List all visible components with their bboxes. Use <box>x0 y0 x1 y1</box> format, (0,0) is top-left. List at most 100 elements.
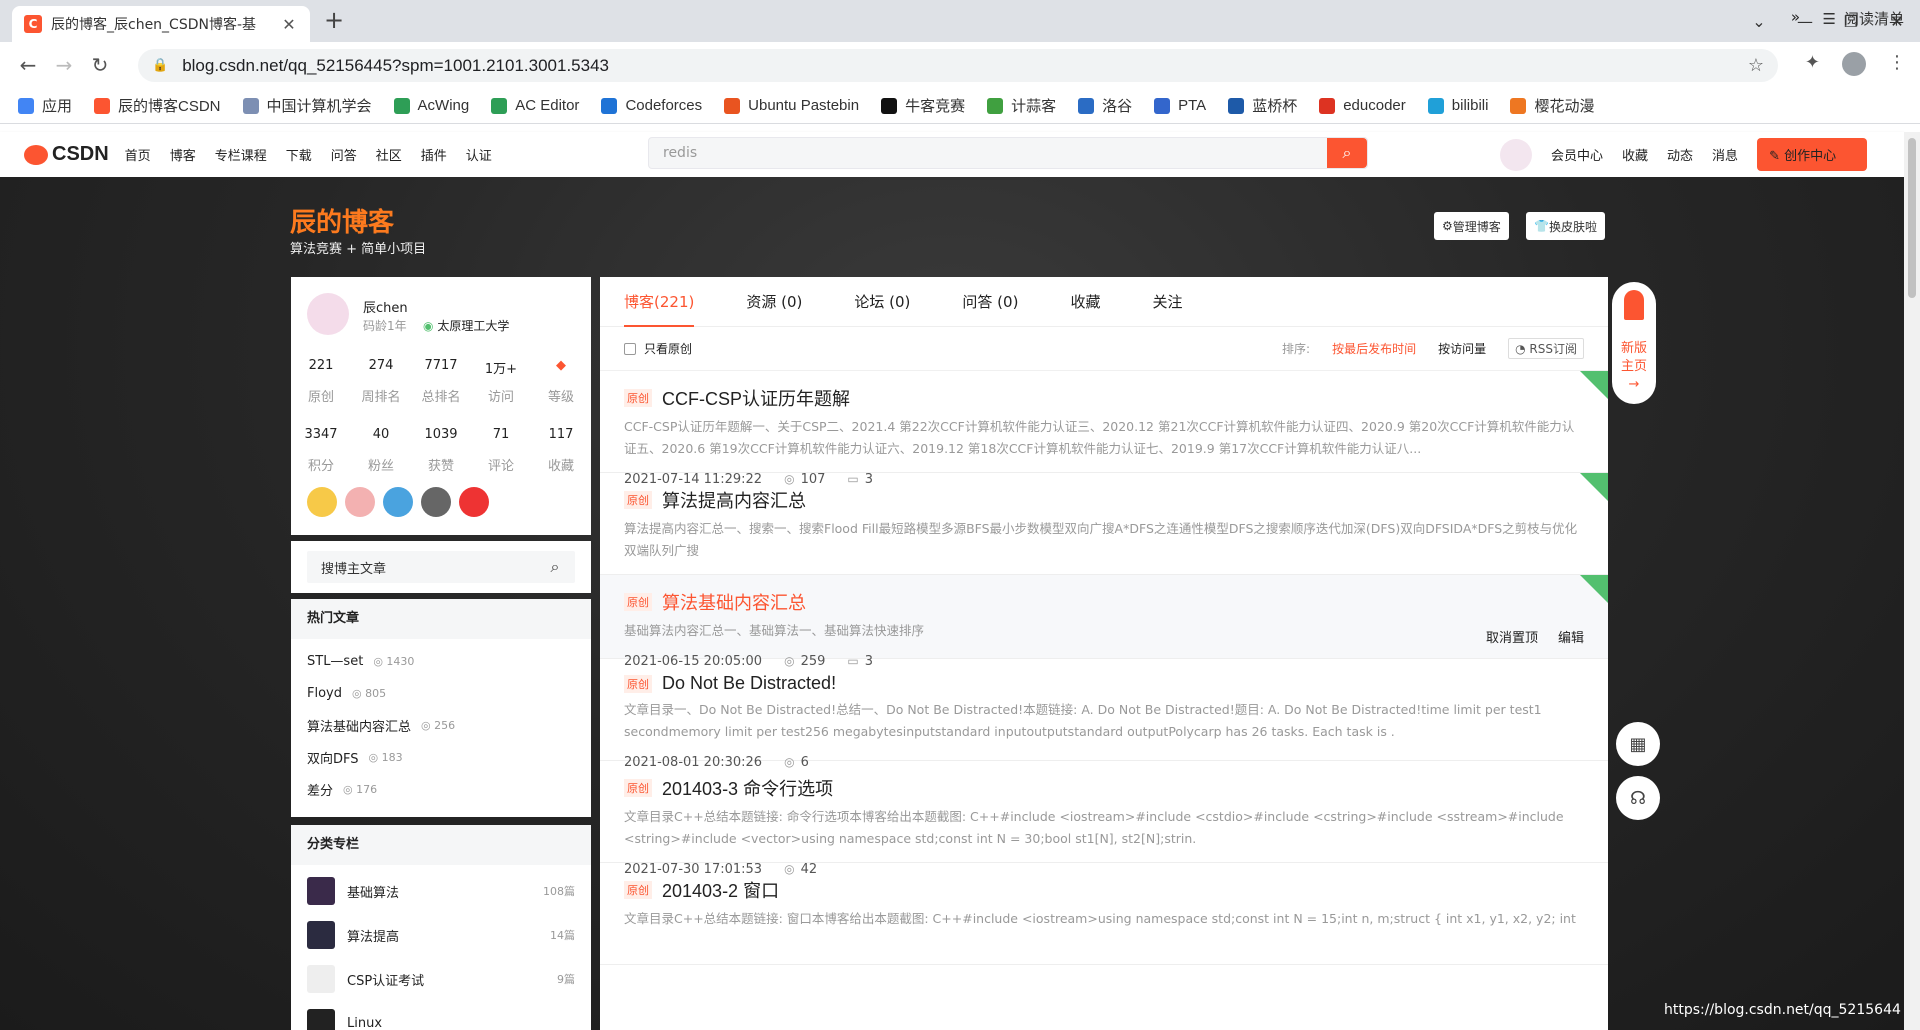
stat-item[interactable]: ◆ 等级 <box>531 358 591 405</box>
minimize-icon[interactable]: — <box>1782 12 1828 31</box>
csdn-nav-item-4[interactable]: 问答 <box>331 145 357 164</box>
only-original-label[interactable]: 只看原创 <box>644 340 692 357</box>
hot-article-item[interactable]: 差分 ◎ 176 <box>291 773 591 805</box>
only-original-checkbox[interactable] <box>624 342 636 355</box>
blog-search-input[interactable]: 搜博主文章 ⌕ <box>307 551 575 583</box>
lock-icon[interactable]: 🔒 <box>152 58 168 73</box>
article-item[interactable]: 原创 201403-2 窗口 文章目录C++总结本题链接: 窗口本博客给出本题截图:… <box>600 863 1608 965</box>
bookmark-14[interactable]: 樱花动漫 <box>1510 95 1594 116</box>
article-title[interactable]: CCF-CSP认证历年题解 <box>662 385 850 411</box>
profile-name[interactable]: 辰chen <box>363 297 408 316</box>
badge-icon[interactable] <box>383 487 413 517</box>
csdn-logo[interactable]: CSDN <box>24 143 109 166</box>
bookmark-9[interactable]: 洛谷 <box>1078 95 1132 116</box>
csdn-nav-item-7[interactable]: 认证 <box>466 145 492 164</box>
article-title[interactable]: 算法提高内容汇总 <box>662 487 806 513</box>
csdn-nav-item-0[interactable]: 首页 <box>125 145 151 164</box>
bookmark-2[interactable]: 中国计算机学会 <box>242 95 372 116</box>
stat-item[interactable]: 221 原创 <box>291 358 351 405</box>
csdn-nav-item-1[interactable]: 博客 <box>170 145 196 164</box>
column-item[interactable]: CSP认证考试 9篇 <box>291 957 591 1001</box>
stat-item[interactable]: 40 粉丝 <box>351 427 411 474</box>
bookmark-10[interactable]: PTA <box>1154 97 1206 114</box>
bookmark-5[interactable]: Codeforces <box>601 97 702 114</box>
csdn-nav-item-3[interactable]: 下载 <box>286 145 312 164</box>
hot-article-item[interactable]: Floyd ◎ 805 <box>291 677 591 709</box>
csdn-search-input[interactable]: redis ⌕ <box>648 137 1368 169</box>
csdn-nav-item-2[interactable]: 专栏课程 <box>215 145 267 164</box>
badge-icon[interactable] <box>345 487 375 517</box>
bookmark-0[interactable]: 应用 <box>18 95 72 116</box>
bookmark-8[interactable]: 计蒜客 <box>987 95 1056 116</box>
edit-button[interactable]: 编辑 <box>1558 627 1584 646</box>
article-title[interactable]: 算法基础内容汇总 <box>662 589 806 615</box>
bookmarks-more-icon[interactable]: » <box>1791 8 1800 26</box>
profile-avatar[interactable] <box>1842 52 1866 76</box>
badge-icon[interactable] <box>459 487 489 517</box>
menu-icon[interactable]: ⋮ <box>1888 52 1906 76</box>
column-item[interactable]: 算法提高 14篇 <box>291 913 591 957</box>
new-tab-icon[interactable]: + <box>324 6 344 34</box>
bookmark-3[interactable]: AcWing <box>393 97 469 114</box>
reading-list[interactable]: ☰ 阅读清单 <box>1823 8 1904 29</box>
hot-article-item[interactable]: STL—set ◎ 1430 <box>291 645 591 677</box>
csdn-nav-item-6[interactable]: 插件 <box>421 145 447 164</box>
qrcode-icon[interactable]: ▦ <box>1616 722 1660 766</box>
hot-article-item[interactable]: 双向DFS ◎ 183 <box>291 741 591 773</box>
bookmark-11[interactable]: 蓝桥杯 <box>1228 95 1297 116</box>
bookmark-1[interactable]: 辰的博客CSDN <box>94 95 221 116</box>
manage-blog-button[interactable]: ⚙ 管理博客 <box>1434 212 1509 240</box>
article-item[interactable]: 原创 算法提高内容汇总 算法提高内容汇总一、搜索一、搜索Flood Fill最短路模… <box>600 473 1608 589</box>
stat-item[interactable]: 3347 积分 <box>291 427 351 474</box>
stat-item[interactable]: 7717 总排名 <box>411 358 471 405</box>
unpin-button[interactable]: 取消置顶 <box>1486 627 1538 646</box>
nav-messages[interactable]: 消息 <box>1712 145 1738 164</box>
tab-4[interactable]: 收藏 <box>1070 277 1100 326</box>
create-center-button[interactable]: ✎ 创作中心 <box>1757 138 1868 171</box>
bookmark-4[interactable]: AC Editor <box>491 97 579 114</box>
nav-vip-center[interactable]: 会员中心 <box>1551 145 1603 164</box>
stat-item[interactable]: 117 收藏 <box>531 427 591 474</box>
article-title[interactable]: 201403-3 命令行选项 <box>662 775 833 801</box>
bookmark-6[interactable]: Ubuntu Pastebin <box>724 97 859 114</box>
profile-menu-icon[interactable]: ⌄ <box>1736 12 1782 31</box>
browser-tab[interactable]: C 辰的博客_辰chen_CSDN博客-基 ✕ <box>12 6 310 42</box>
stat-item[interactable]: 274 周排名 <box>351 358 411 405</box>
profile-avatar-image[interactable] <box>307 293 349 335</box>
nav-activity[interactable]: 动态 <box>1667 145 1693 164</box>
bookmark-star-icon[interactable]: ☆ <box>1748 55 1764 76</box>
sort-by-views[interactable]: 按访问量 <box>1438 340 1486 357</box>
tab-0[interactable]: 博客(221) <box>624 277 695 327</box>
search-icon[interactable]: ⌕ <box>1327 138 1367 168</box>
rss-button[interactable]: ◔ RSS订阅 <box>1508 338 1584 359</box>
scrollbar[interactable] <box>1904 132 1920 1030</box>
column-item[interactable]: Linux <box>291 1001 591 1030</box>
article-item[interactable]: 原创 算法基础内容汇总 基础算法内容汇总一、基础算法一、基础算法快速排序 2021-0… <box>600 575 1608 669</box>
csdn-nav-item-5[interactable]: 社区 <box>376 145 402 164</box>
tab-5[interactable]: 关注 <box>1152 277 1182 326</box>
close-icon[interactable]: ✕ <box>280 15 298 34</box>
extensions-icon[interactable]: ✦ <box>1805 52 1820 76</box>
reload-icon[interactable]: ↻ <box>82 53 118 77</box>
address-bar[interactable]: 🔒 blog.csdn.net/qq_52156445?spm=1001.210… <box>138 49 1778 82</box>
article-title[interactable]: Do Not Be Distracted! <box>662 673 836 694</box>
search-icon[interactable]: ⌕ <box>539 551 571 583</box>
blog-title[interactable]: 辰的博客 <box>290 202 394 239</box>
change-skin-button[interactable]: 👕 换皮肤啦 <box>1526 212 1605 240</box>
badge-icon[interactable] <box>421 487 451 517</box>
stat-item[interactable]: 1039 获赞 <box>411 427 471 474</box>
customer-service-icon[interactable]: ☊ <box>1616 776 1660 820</box>
tab-2[interactable]: 论坛 (0) <box>854 277 910 326</box>
scrollbar-thumb[interactable] <box>1908 138 1916 298</box>
nav-favorites[interactable]: 收藏 <box>1622 145 1648 164</box>
user-avatar[interactable] <box>1500 138 1532 171</box>
article-item[interactable]: 原创 Do Not Be Distracted! 文章目录一、Do Not Be D… <box>600 659 1608 770</box>
hot-article-item[interactable]: 算法基础内容汇总 ◎ 256 <box>291 709 591 741</box>
new-homepage-button[interactable]: 新版主页 → <box>1612 282 1656 404</box>
forward-icon[interactable]: → <box>46 53 82 77</box>
bookmark-12[interactable]: educoder <box>1319 97 1406 114</box>
tab-3[interactable]: 问答 (0) <box>962 277 1018 326</box>
tab-1[interactable]: 资源 (0) <box>746 277 802 326</box>
stat-item[interactable]: 71 评论 <box>471 427 531 474</box>
article-item[interactable]: 原创 CCF-CSP认证历年题解 CCF-CSP认证历年题解一、关于CSP二、202… <box>600 371 1608 487</box>
